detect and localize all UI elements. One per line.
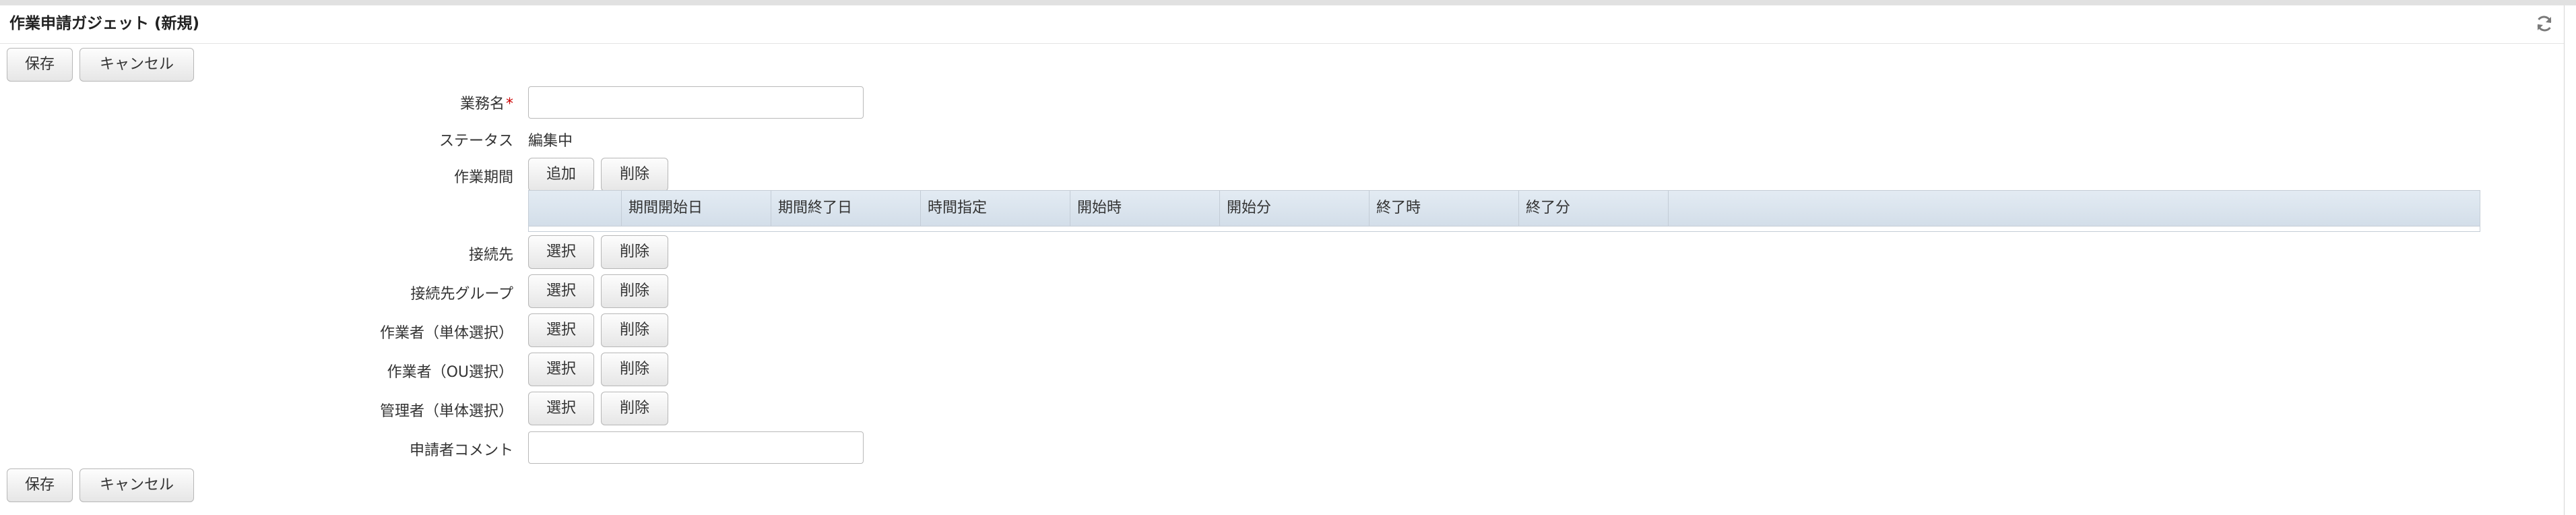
- applicant-comment-label: 申請者コメント: [409, 442, 513, 459]
- manager-single-delete-button[interactable]: 削除: [601, 392, 668, 425]
- grid-col-start-date: 期間開始日: [622, 191, 771, 226]
- cancel-button-bottom[interactable]: キャンセル: [79, 468, 194, 502]
- task-name-label: 業務名*: [459, 96, 513, 113]
- delete-work-period-button[interactable]: 削除: [601, 158, 668, 191]
- manager-single-label: 管理者（単体選択）: [379, 403, 513, 420]
- grid-col-blank: [529, 191, 622, 226]
- connection-group-select-button[interactable]: 選択: [528, 274, 594, 308]
- panel-header: 作業申請ガジェット (新規): [0, 5, 2564, 44]
- connection-group-delete-button[interactable]: 削除: [601, 274, 668, 308]
- worker-ou-label: 作業者（OU選択）: [387, 364, 513, 381]
- top-strip: [0, 0, 2576, 5]
- connection-label: 接続先: [468, 247, 513, 264]
- gadget-panel: 作業申請ガジェット (新規): [0, 5, 2565, 515]
- connection-delete-button[interactable]: 削除: [601, 235, 668, 269]
- refresh-icon[interactable]: [2534, 13, 2554, 34]
- work-period-grid: 期間開始日 期間終了日 時間指定 開始時 開始分 終了時 終了分: [528, 190, 2480, 232]
- required-mark: *: [506, 96, 513, 113]
- panel-title: 作業申請ガジェット (新規): [9, 15, 200, 32]
- applicant-comment-input[interactable]: [528, 431, 864, 464]
- grid-col-start-hour: 開始時: [1070, 191, 1220, 226]
- connection-select-button[interactable]: 選択: [528, 235, 594, 269]
- worker-ou-select-button[interactable]: 選択: [528, 353, 594, 386]
- work-period-grid-header: 期間開始日 期間終了日 時間指定 開始時 開始分 終了時 終了分: [529, 191, 2480, 226]
- grid-col-end-minute: 終了分: [1519, 191, 1669, 226]
- worker-single-select-button[interactable]: 選択: [528, 313, 594, 347]
- grid-col-start-minute: 開始分: [1220, 191, 1370, 226]
- status-label: ステータス: [439, 133, 513, 150]
- grid-col-end-date: 期間終了日: [771, 191, 921, 226]
- work-period-label: 作業期間: [453, 169, 513, 186]
- connection-group-label: 接続先グループ: [410, 286, 513, 303]
- save-button-bottom[interactable]: 保存: [7, 468, 73, 502]
- worker-single-label: 作業者（単体選択）: [379, 325, 513, 342]
- grid-col-time-spec: 時間指定: [921, 191, 1070, 226]
- cancel-button-top[interactable]: キャンセル: [79, 48, 194, 82]
- status-value: 編集中: [528, 133, 573, 150]
- manager-single-select-button[interactable]: 選択: [528, 392, 594, 425]
- save-button-top[interactable]: 保存: [7, 48, 73, 82]
- worker-ou-delete-button[interactable]: 削除: [601, 353, 668, 386]
- worker-single-delete-button[interactable]: 削除: [601, 313, 668, 347]
- grid-col-end-hour: 終了時: [1370, 191, 1519, 226]
- task-name-input[interactable]: [528, 86, 864, 119]
- add-work-period-button[interactable]: 追加: [528, 158, 594, 191]
